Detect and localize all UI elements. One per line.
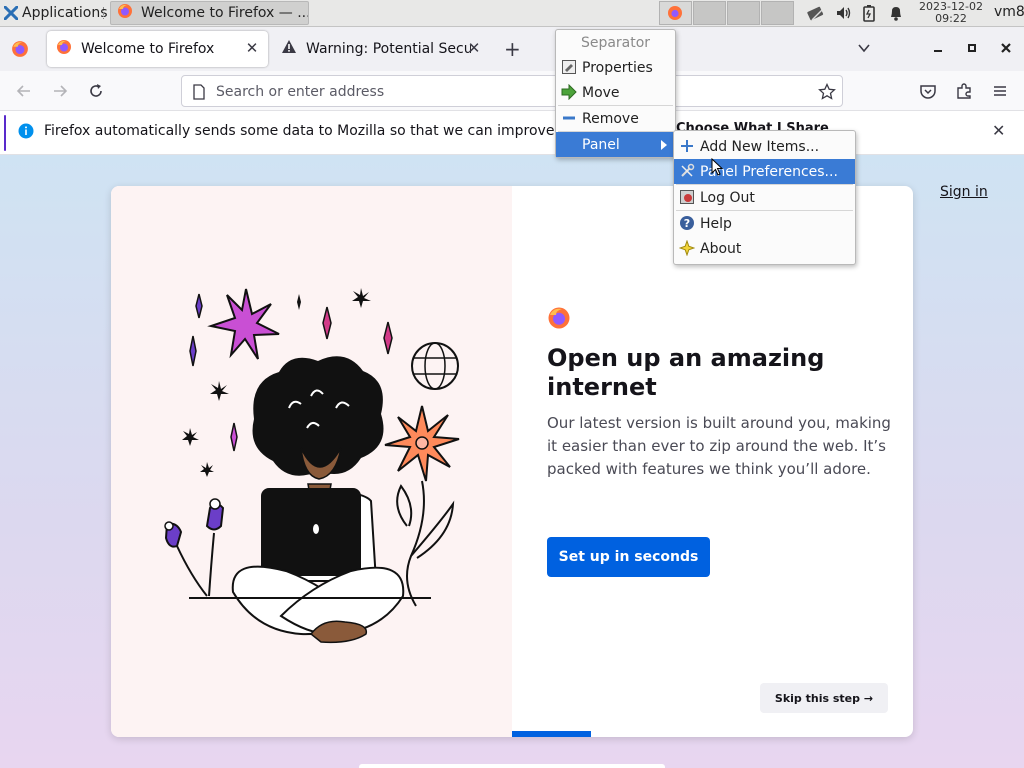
firefox-icon <box>668 6 682 20</box>
menu-item-label: Help <box>700 215 732 232</box>
warning-icon <box>281 39 297 59</box>
tab-strip: Welcome to Firefox ✕ Warning: Potential … <box>0 27 1024 71</box>
menu-item-label: Add New Items... <box>700 138 820 155</box>
close-notification-icon[interactable]: ✕ <box>992 121 1005 140</box>
svg-text:?: ? <box>684 217 690 230</box>
menu-item-panel[interactable]: Panel <box>556 132 675 157</box>
menu-item-label: Panel <box>582 136 620 153</box>
menu-item-label: Properties <box>582 59 653 76</box>
tab-label: Warning: Potential Security Risk Ahead <box>306 41 471 57</box>
page-icon <box>192 84 206 104</box>
firefox-logo-icon <box>547 306 571 334</box>
panel-submenu: Add New Items... Panel Preferences... Lo… <box>673 130 856 265</box>
navigation-toolbar <box>0 71 1024 111</box>
preferences-tools-icon <box>679 163 695 179</box>
firefox-view-icon[interactable] <box>11 40 29 62</box>
workspace-4-button[interactable] <box>761 1 794 25</box>
next-card-edge <box>359 764 665 768</box>
page-content: Sign in Open up an amazing internet Our … <box>0 155 1024 768</box>
network-icon[interactable] <box>806 3 826 23</box>
list-all-tabs-chevron-icon[interactable] <box>857 41 871 59</box>
clock-time: 09:22 <box>935 12 967 25</box>
xfce-logo-icon <box>3 5 19 21</box>
menu-item-label: Log Out <box>700 189 755 206</box>
sign-in-link[interactable]: Sign in <box>940 184 988 200</box>
tab-label: Welcome to Firefox <box>81 41 215 57</box>
menu-item-add-new-items[interactable]: Add New Items... <box>674 134 855 159</box>
welcome-headline: Open up an amazing internet <box>547 344 825 401</box>
workspace-1-button[interactable] <box>659 1 692 25</box>
extensions-puzzle-icon[interactable] <box>955 82 973 100</box>
top-panel: Applications Welcome to Firefox — ... 20… <box>0 0 1024 27</box>
panel-separator <box>103 7 107 19</box>
menu-item-log-out[interactable]: Log Out <box>674 185 855 210</box>
volume-icon[interactable] <box>835 3 853 23</box>
help-icon: ? <box>679 215 695 231</box>
skip-step-button[interactable]: Skip this step → <box>760 683 888 713</box>
forward-arrow-icon[interactable] <box>51 82 69 100</box>
welcome-text-panel: Open up an amazing internet Our latest v… <box>512 186 913 737</box>
panel-context-menu: Separator Properties Move Remove Panel <box>555 29 676 158</box>
maximize-icon[interactable] <box>963 39 981 57</box>
illustration-panel <box>111 186 512 737</box>
firefox-icon <box>56 39 72 59</box>
bookmark-star-icon[interactable] <box>818 82 836 105</box>
move-arrow-icon <box>561 83 577 101</box>
back-arrow-icon[interactable] <box>15 82 33 100</box>
onboarding-progress-bar <box>512 731 591 737</box>
person-with-laptop-illustration <box>164 288 460 644</box>
menu-item-label: Remove <box>582 110 639 127</box>
workspace-3-button[interactable] <box>727 1 760 25</box>
panel-clock[interactable]: 2023-12-02 09:22 <box>912 1 990 25</box>
remove-icon <box>561 110 577 126</box>
minimize-icon[interactable] <box>929 39 947 57</box>
pocket-icon[interactable] <box>919 82 937 100</box>
firefox-icon <box>117 3 133 23</box>
menu-item-label: About <box>700 240 742 257</box>
menu-item-move[interactable]: Move <box>556 80 675 105</box>
set-up-button[interactable]: Set up in seconds <box>547 537 710 577</box>
notification-accent <box>4 115 6 151</box>
menu-item-about[interactable]: About <box>674 236 855 261</box>
applications-label: Applications <box>22 5 108 21</box>
telemetry-notification-bar: Firefox automatically sends some data to… <box>0 111 1024 155</box>
close-tab-icon[interactable]: ✕ <box>466 40 482 56</box>
address-bar[interactable] <box>181 75 843 107</box>
log-out-icon <box>679 189 695 205</box>
applications-menu-button[interactable]: Applications <box>2 2 110 24</box>
plus-icon <box>679 138 695 154</box>
close-tab-icon[interactable]: ✕ <box>244 40 260 56</box>
tab-warning[interactable]: Warning: Potential Security Risk Ahead ✕ <box>272 31 490 67</box>
new-tab-plus-icon[interactable]: + <box>504 39 521 59</box>
properties-icon <box>561 59 577 75</box>
menu-item-remove[interactable]: Remove <box>556 106 675 131</box>
taskbar-window-button[interactable]: Welcome to Firefox — ... <box>110 1 309 25</box>
submenu-arrow-icon <box>661 140 667 150</box>
menu-item-help[interactable]: ? Help <box>674 211 855 236</box>
mouse-cursor-icon <box>711 157 724 180</box>
taskbar-window-title: Welcome to Firefox — ... <box>141 5 308 21</box>
menu-item-properties[interactable]: Properties <box>556 55 675 80</box>
onboarding-card: Open up an amazing internet Our latest v… <box>111 186 913 737</box>
close-window-icon[interactable] <box>997 39 1015 57</box>
battery-icon[interactable] <box>862 3 876 23</box>
workspace-2-button[interactable] <box>693 1 726 25</box>
menu-item-panel-preferences[interactable]: Panel Preferences... <box>674 159 855 184</box>
about-star-icon <box>678 239 696 257</box>
reload-icon[interactable] <box>87 82 105 100</box>
user-menu[interactable]: vm8 <box>994 4 1024 20</box>
notifications-bell-icon[interactable] <box>888 3 904 23</box>
menu-header-separator: Separator <box>580 34 651 51</box>
tab-welcome[interactable]: Welcome to Firefox ✕ <box>47 31 268 67</box>
hamburger-menu-icon[interactable] <box>991 82 1009 100</box>
welcome-subtext: Our latest version is built around you, … <box>547 414 891 478</box>
info-icon <box>18 123 34 143</box>
search-input[interactable] <box>216 82 796 102</box>
menu-item-label: Move <box>582 84 620 101</box>
